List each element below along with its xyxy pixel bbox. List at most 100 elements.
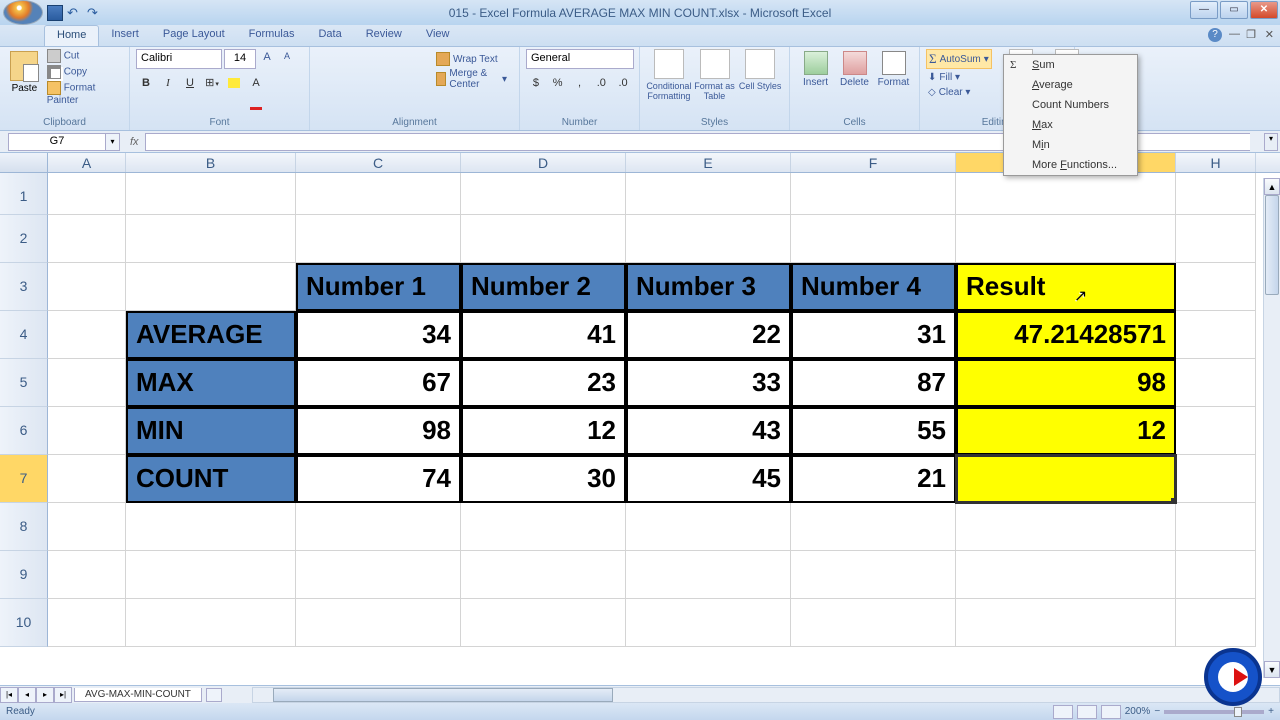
name-box-dropdown[interactable]: ▾ bbox=[106, 133, 120, 151]
align-bottom-icon[interactable] bbox=[360, 49, 380, 69]
cell-b7[interactable]: COUNT bbox=[126, 455, 296, 503]
cell-c5[interactable]: 67 bbox=[296, 359, 461, 407]
cell-g6[interactable]: 12 bbox=[956, 407, 1176, 455]
autosum-button[interactable]: ΣAutoSum ▾ bbox=[926, 49, 992, 69]
bold-button[interactable]: B bbox=[136, 73, 156, 93]
tab-home[interactable]: Home bbox=[44, 25, 99, 46]
underline-button[interactable]: U bbox=[180, 73, 200, 93]
cell-d4[interactable]: 41 bbox=[461, 311, 626, 359]
tab-page-layout[interactable]: Page Layout bbox=[151, 25, 237, 46]
zoom-in-icon[interactable]: + bbox=[1268, 706, 1274, 717]
align-right-icon[interactable] bbox=[360, 73, 380, 93]
number-format-select[interactable]: General bbox=[526, 49, 634, 69]
sheet-nav-first-icon[interactable]: |◂ bbox=[0, 687, 18, 703]
row-header-5[interactable]: 5 bbox=[0, 359, 48, 407]
tab-review[interactable]: Review bbox=[354, 25, 414, 46]
delete-cells-button[interactable]: Delete bbox=[835, 49, 874, 88]
help-icon[interactable]: ? bbox=[1208, 28, 1222, 42]
sheet-nav-last-icon[interactable]: ▸| bbox=[54, 687, 72, 703]
vertical-scrollbar[interactable]: ▲ ▼ bbox=[1263, 178, 1280, 678]
format-as-table-button[interactable]: Format as Table bbox=[692, 49, 738, 101]
insert-cells-button[interactable]: Insert bbox=[796, 49, 835, 88]
col-header-c[interactable]: C bbox=[296, 153, 461, 172]
cell-e7[interactable]: 45 bbox=[626, 455, 791, 503]
font-color-button[interactable]: A bbox=[246, 73, 266, 93]
cell-e1[interactable] bbox=[626, 173, 791, 215]
col-header-b[interactable]: B bbox=[126, 153, 296, 172]
tab-insert[interactable]: Insert bbox=[99, 25, 151, 46]
cell-f7[interactable]: 21 bbox=[791, 455, 956, 503]
cell-c3[interactable]: Number 1 bbox=[296, 263, 461, 311]
cell-d6[interactable]: 12 bbox=[461, 407, 626, 455]
italic-button[interactable]: I bbox=[158, 73, 178, 93]
sheet-tab-active[interactable]: AVG-MAX-MIN-COUNT bbox=[74, 688, 202, 702]
format-painter-button[interactable]: Format Painter bbox=[47, 81, 123, 106]
cell-g5[interactable]: 98 bbox=[956, 359, 1176, 407]
cell-b4[interactable]: AVERAGE bbox=[126, 311, 296, 359]
row-header-2[interactable]: 2 bbox=[0, 215, 48, 263]
row-header-9[interactable]: 9 bbox=[0, 551, 48, 599]
font-size-select[interactable]: 14 bbox=[224, 49, 256, 69]
undo-icon[interactable] bbox=[67, 5, 83, 21]
autosum-menu-max[interactable]: Max bbox=[1004, 115, 1137, 135]
cell-styles-button[interactable]: Cell Styles bbox=[737, 49, 783, 101]
autosum-menu-min[interactable]: Min bbox=[1004, 135, 1137, 155]
format-cells-button[interactable]: Format bbox=[874, 49, 913, 88]
workbook-minimize-button[interactable]: — bbox=[1229, 28, 1240, 40]
align-top-icon[interactable] bbox=[316, 49, 336, 69]
cell-b1[interactable] bbox=[126, 173, 296, 215]
cut-button[interactable]: Cut bbox=[47, 49, 123, 63]
percent-button[interactable]: % bbox=[548, 73, 568, 93]
vscroll-thumb[interactable] bbox=[1265, 195, 1279, 295]
currency-button[interactable]: $ bbox=[526, 73, 546, 93]
cell-d1[interactable] bbox=[461, 173, 626, 215]
wrap-text-button[interactable]: Wrap Text bbox=[430, 49, 513, 69]
autosum-menu-more[interactable]: More Functions... bbox=[1004, 155, 1137, 175]
tab-data[interactable]: Data bbox=[306, 25, 353, 46]
cell-g3[interactable]: Result bbox=[956, 263, 1176, 311]
increase-decimal-button[interactable]: .0 bbox=[591, 73, 611, 93]
cell-g7[interactable] bbox=[956, 455, 1176, 503]
align-left-icon[interactable] bbox=[316, 73, 336, 93]
sheet-nav-prev-icon[interactable]: ◂ bbox=[18, 687, 36, 703]
paste-button[interactable]: Paste bbox=[6, 49, 43, 106]
cell-e5[interactable]: 33 bbox=[626, 359, 791, 407]
cell-b5[interactable]: MAX bbox=[126, 359, 296, 407]
cell-b6[interactable]: MIN bbox=[126, 407, 296, 455]
sheet-nav-next-icon[interactable]: ▸ bbox=[36, 687, 54, 703]
tab-view[interactable]: View bbox=[414, 25, 462, 46]
scroll-up-icon[interactable]: ▲ bbox=[1264, 178, 1280, 195]
zoom-slider[interactable] bbox=[1164, 710, 1264, 714]
row-header-4[interactable]: 4 bbox=[0, 311, 48, 359]
view-normal-icon[interactable] bbox=[1053, 705, 1073, 719]
redo-icon[interactable] bbox=[87, 5, 103, 21]
decrease-indent-icon[interactable] bbox=[382, 73, 402, 93]
row-header-8[interactable]: 8 bbox=[0, 503, 48, 551]
row-header-10[interactable]: 10 bbox=[0, 599, 48, 647]
cell-e3[interactable]: Number 3 bbox=[626, 263, 791, 311]
borders-button[interactable]: ⊞ bbox=[202, 73, 222, 93]
fill-color-button[interactable] bbox=[224, 73, 244, 93]
grow-font-icon[interactable]: A bbox=[258, 50, 276, 68]
view-page-layout-icon[interactable] bbox=[1077, 705, 1097, 719]
shrink-font-icon[interactable]: A bbox=[278, 50, 296, 68]
select-all-corner[interactable] bbox=[0, 153, 48, 172]
cell-d3[interactable]: Number 2 bbox=[461, 263, 626, 311]
decrease-decimal-button[interactable]: .0 bbox=[613, 73, 633, 93]
cell-g1[interactable] bbox=[956, 173, 1176, 215]
save-icon[interactable] bbox=[47, 5, 63, 21]
formula-bar-expand-icon[interactable]: ▾ bbox=[1264, 133, 1278, 151]
workbook-close-button[interactable]: ✕ bbox=[1265, 28, 1274, 41]
col-header-d[interactable]: D bbox=[461, 153, 626, 172]
align-middle-icon[interactable] bbox=[338, 49, 358, 69]
cell-e4[interactable]: 22 bbox=[626, 311, 791, 359]
fx-icon[interactable]: fx bbox=[130, 136, 139, 148]
minimize-button[interactable]: — bbox=[1190, 1, 1218, 19]
comma-button[interactable]: , bbox=[570, 73, 590, 93]
name-box[interactable]: G7 bbox=[8, 133, 106, 151]
col-header-e[interactable]: E bbox=[626, 153, 791, 172]
zoom-out-icon[interactable]: − bbox=[1154, 706, 1160, 717]
conditional-formatting-button[interactable]: Conditional Formatting bbox=[646, 49, 692, 101]
fill-button[interactable]: ⬇ Fill ▾ bbox=[926, 71, 992, 84]
view-page-break-icon[interactable] bbox=[1101, 705, 1121, 719]
